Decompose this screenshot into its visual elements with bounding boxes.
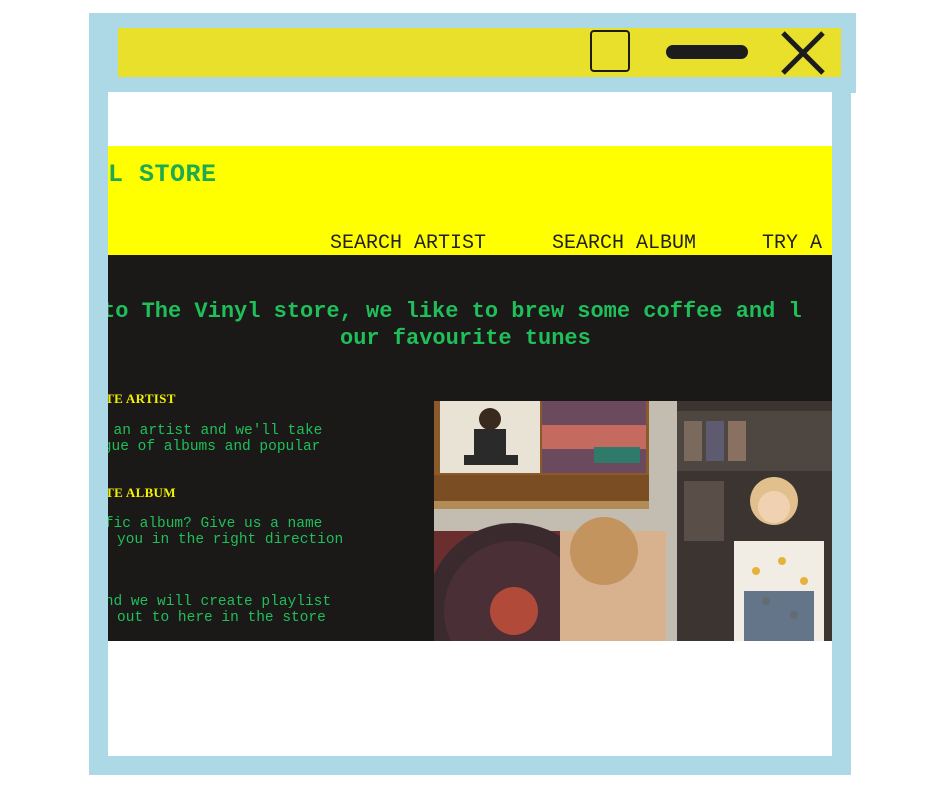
site-header: VINYL STORE SEARCH ARTIST SEARCH ALBUM T… (108, 146, 832, 255)
window-frame-edge (845, 13, 856, 93)
nav-search-artist[interactable]: SEARCH ARTIST (330, 232, 486, 255)
playlist-text-2: out to here in the store (117, 610, 326, 626)
record-store-collage-image (434, 401, 832, 641)
browser-viewport: VINYL STORE SEARCH ARTIST SEARCH ALBUM T… (108, 92, 832, 756)
welcome-line-2: our favourite tunes (340, 326, 591, 351)
nav-search-album[interactable]: SEARCH ALBUM (552, 232, 696, 255)
favourite-artist-text-2: talogue of albums and popular (108, 439, 321, 455)
main-content: to The Vinyl store, we like to brew some… (108, 255, 832, 641)
favourite-artist-text-1: e of an artist and we'll take (108, 423, 323, 439)
favourite-artist-heading: OURITE ARTIST (108, 391, 176, 406)
site-brand[interactable]: VINYL STORE (108, 160, 217, 189)
playlist-text-1: ts and we will create playlist (108, 594, 332, 610)
maximize-icon[interactable] (590, 30, 630, 72)
favourite-album-text-2: you in the right direction (117, 532, 344, 548)
minimize-icon[interactable] (666, 45, 748, 59)
close-icon[interactable] (778, 28, 828, 78)
favourite-album-text-1: pecific album? Give us a name (108, 516, 323, 532)
nav-try[interactable]: TRY A (762, 232, 822, 255)
welcome-line-1: to The Vinyl store, we like to brew some… (108, 299, 802, 324)
favourite-album-heading: OURITE ALBUM (108, 485, 176, 500)
collage-art (434, 401, 832, 641)
